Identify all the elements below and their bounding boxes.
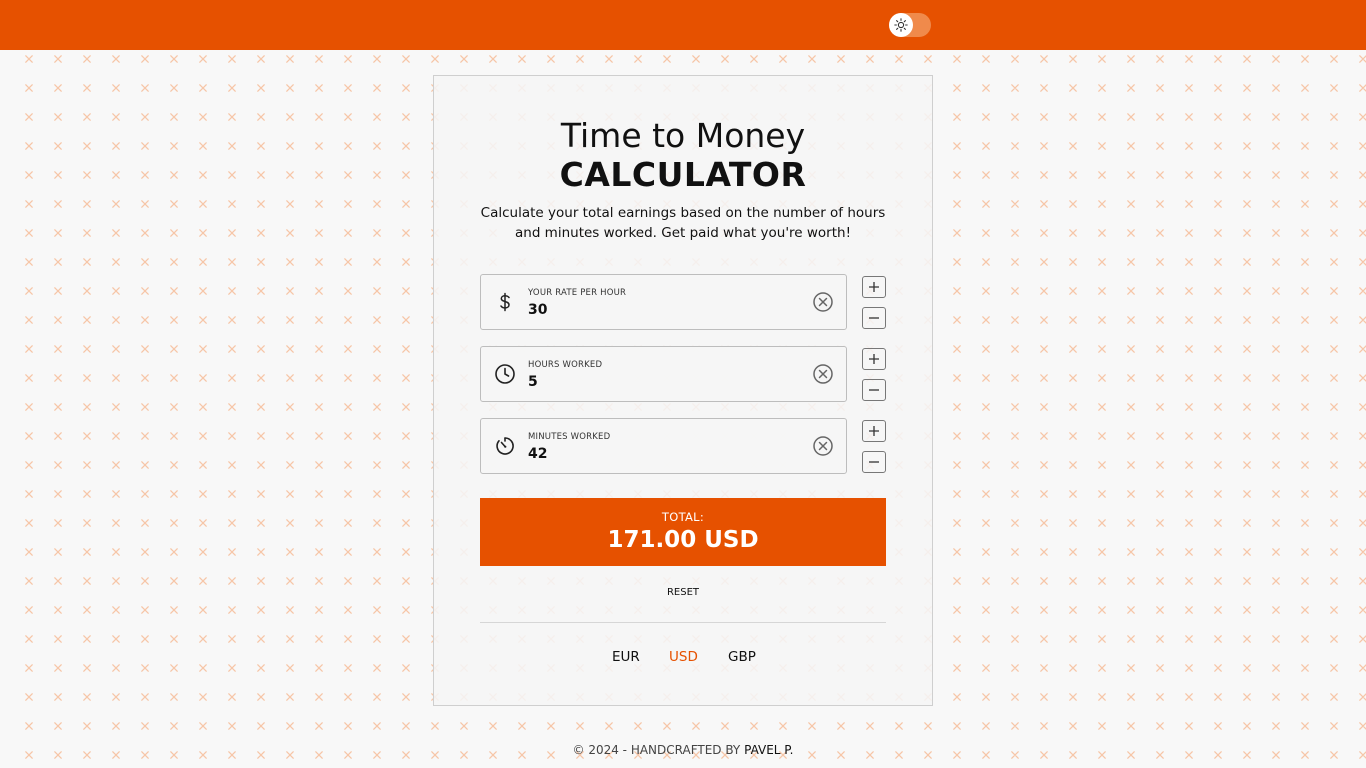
divider: [480, 622, 886, 623]
footer-author-link[interactable]: PAVEL P.: [744, 743, 793, 757]
page-title-line2: CALCULATOR: [559, 155, 807, 194]
footer-text: © 2024 - HANDCRAFTED BY: [572, 743, 745, 757]
clear-rate-icon[interactable]: [812, 291, 834, 313]
total-value: 171.00 USD: [607, 527, 759, 553]
clear-hours-icon[interactable]: [812, 363, 834, 385]
rate-per-hour-input[interactable]: 30: [528, 302, 788, 318]
hours-worked-field[interactable]: HOURS WORKED 5: [480, 346, 847, 402]
page-title-line1: Time to Money: [560, 116, 806, 155]
currency-gbp[interactable]: GBP: [728, 649, 756, 665]
hours-worked-label: HOURS WORKED: [528, 360, 603, 370]
theme-toggle[interactable]: [889, 13, 931, 37]
minutes-worked-input[interactable]: 42: [528, 446, 788, 462]
currency-usd[interactable]: USD: [669, 649, 698, 665]
total-label: TOTAL:: [661, 510, 705, 524]
hours-increment-button[interactable]: [862, 348, 886, 370]
plus-icon: [869, 354, 879, 364]
total-panel: TOTAL: 171.00 USD: [480, 498, 886, 566]
page-subtitle: Calculate your total earnings based on t…: [480, 205, 886, 241]
minutes-worked-label: MINUTES WORKED: [528, 432, 611, 442]
rate-per-hour-field[interactable]: YOUR RATE PER HOUR 30: [480, 274, 847, 330]
minutes-increment-button[interactable]: [862, 420, 886, 442]
clock-icon: [494, 363, 516, 385]
hours-worked-input[interactable]: 5: [528, 374, 788, 390]
rate-increment-button[interactable]: [862, 276, 886, 298]
hours-decrement-button[interactable]: [862, 379, 886, 401]
minus-icon: [869, 389, 879, 391]
plus-icon: [869, 282, 879, 292]
top-bar: [0, 0, 1366, 50]
currency-eur[interactable]: EUR: [612, 649, 640, 665]
dollar-icon: [494, 291, 516, 313]
sun-icon: [889, 13, 913, 37]
footer: © 2024 - HANDCRAFTED BY PAVEL P.: [0, 743, 1366, 757]
minutes-worked-field[interactable]: MINUTES WORKED 42: [480, 418, 847, 474]
timer-icon: [494, 435, 516, 457]
rate-per-hour-label: YOUR RATE PER HOUR: [528, 288, 627, 298]
plus-icon: [869, 426, 879, 436]
rate-decrement-button[interactable]: [862, 307, 886, 329]
clear-minutes-icon[interactable]: [812, 435, 834, 457]
minutes-decrement-button[interactable]: [862, 451, 886, 473]
reset-button[interactable]: RESET: [643, 587, 723, 598]
minus-icon: [869, 317, 879, 319]
minus-icon: [869, 461, 879, 463]
